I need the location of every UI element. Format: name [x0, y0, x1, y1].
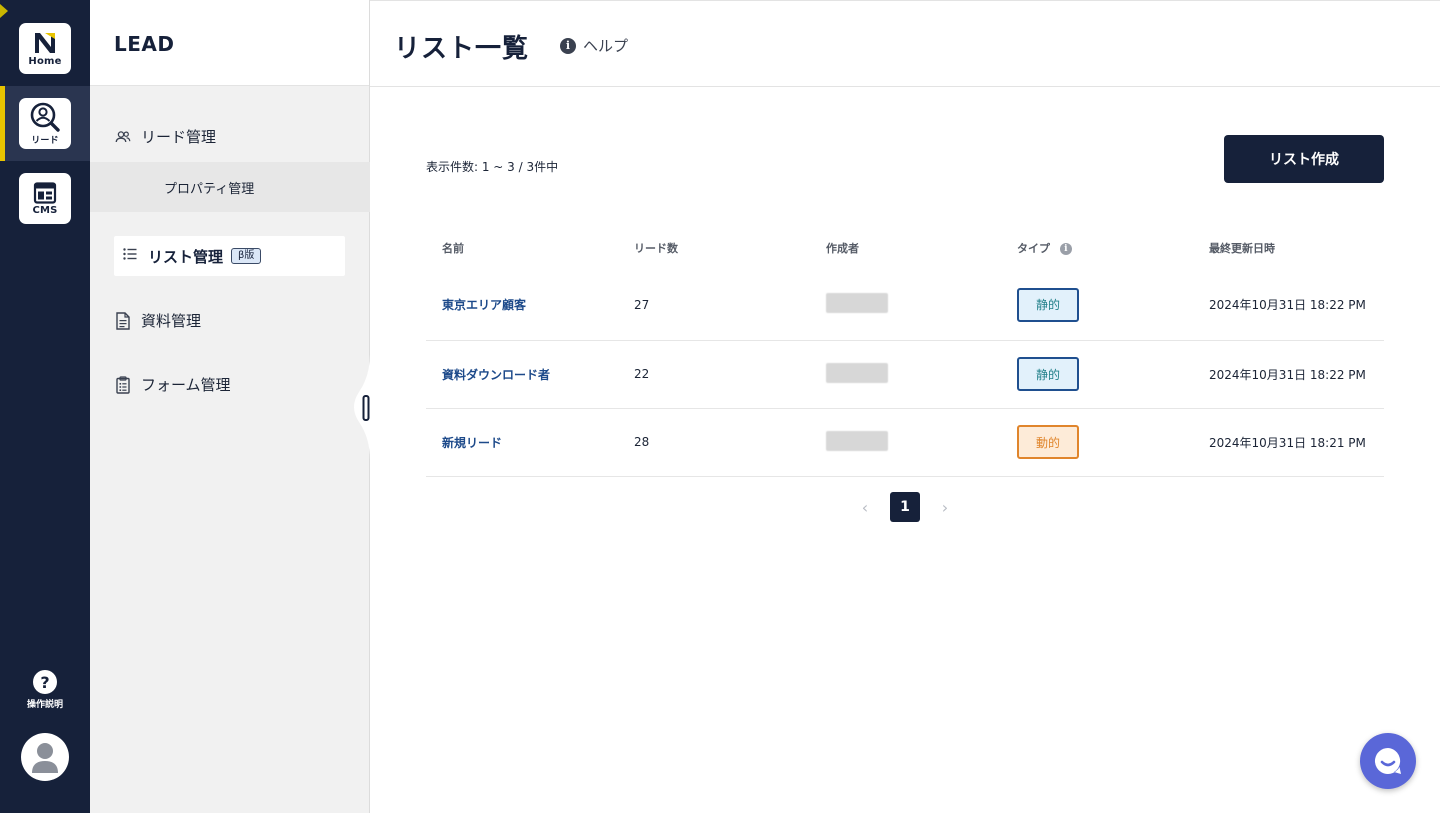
page-title: リスト一覧: [394, 34, 530, 64]
pagination-page-current[interactable]: 1: [890, 492, 920, 522]
type-info-icon[interactable]: i: [1059, 243, 1072, 255]
sidebar-item-list-management[interactable]: リスト管理 β版: [114, 236, 345, 276]
sidebar-item-label: 資料管理: [141, 312, 202, 330]
app-lead-label: リード: [31, 135, 59, 146]
sidebar-item-lead-management[interactable]: リード管理: [114, 126, 216, 147]
help-label[interactable]: 操作説明: [0, 697, 90, 710]
column-header-type-label: タイプ: [1017, 242, 1050, 255]
chat-bubble-icon: [1374, 747, 1401, 774]
updated-cell: 2024年10月31日 18:22 PM: [1193, 340, 1384, 409]
users-icon: [114, 128, 132, 146]
pagination: ‹ 1 ›: [850, 492, 960, 522]
type-badge: 動的: [1017, 425, 1079, 459]
app-home-button[interactable]: Home: [19, 23, 71, 74]
table-row: 東京エリア顧客 27 静的 2024年10月31日 18:22 PM: [426, 270, 1384, 341]
sidebar-item-label: リスト管理: [148, 247, 224, 266]
column-header-name: 名前: [442, 242, 464, 255]
app-home-label: Home: [28, 55, 62, 67]
column-header-author: 作成者: [826, 242, 859, 255]
app-cms-button[interactable]: CMS: [19, 173, 71, 224]
info-icon: i: [560, 37, 576, 54]
cms-layout-icon: [33, 181, 57, 204]
user-avatar[interactable]: [21, 733, 69, 781]
create-list-button[interactable]: リスト作成: [1224, 135, 1384, 183]
updated-cell: 2024年10月31日 18:21 PM: [1193, 408, 1384, 477]
lead-search-icon: [30, 102, 60, 132]
list-name-link[interactable]: 新規リード: [442, 436, 502, 450]
sidebar-header: LEAD: [90, 0, 369, 86]
sidebar-item-document-management[interactable]: 資料管理: [114, 310, 201, 331]
lead-count-cell: 22: [618, 340, 810, 409]
help-question-icon[interactable]: ?: [33, 670, 57, 694]
column-header-type: タイプ i: [1001, 226, 1193, 270]
app-lead-button[interactable]: リード: [19, 98, 71, 149]
page-header: リスト一覧 i ヘルプ: [370, 0, 1440, 87]
updated-cell: 2024年10月31日 18:22 PM: [1193, 270, 1384, 341]
main-content: リスト一覧 i ヘルプ 表示件数: 1 ~ 3 / 3件中 リスト作成 名前 リ…: [370, 0, 1440, 813]
sidebar-item-form-management[interactable]: フォーム管理: [114, 374, 231, 395]
rail-active-indicator: [0, 86, 5, 161]
list-icon: [123, 248, 139, 264]
list-table: 名前 リード数 作成者 タイプ i 最終更新日時 東京エリア顧客 27 静的 2…: [426, 226, 1384, 477]
author-redacted: [826, 430, 888, 451]
sidebar-item-label: プロパティ管理: [164, 181, 255, 197]
chat-launcher-button[interactable]: [1360, 733, 1416, 789]
author-redacted: [826, 293, 888, 314]
app-cms-label: CMS: [32, 204, 58, 216]
table-header-row: 名前 リード数 作成者 タイプ i 最終更新日時: [426, 226, 1384, 270]
help-link[interactable]: i ヘルプ: [560, 35, 628, 56]
table-row: 資料ダウンロード者 22 静的 2024年10月31日 18:22 PM: [426, 340, 1384, 409]
app-rail: Home リード CMS ? 操作説明: [0, 0, 90, 813]
lead-count-cell: 27: [618, 270, 810, 341]
sidebar-item-property-management[interactable]: プロパティ管理: [90, 162, 370, 212]
home-logo-icon: [35, 32, 55, 53]
sub-sidebar: LEAD リード管理 プロパティ管理 リスト管理 β版 資料管理 フォーム管理: [90, 0, 370, 813]
lead-count-cell: 28: [618, 408, 810, 477]
list-name-link[interactable]: 東京エリア顧客: [442, 298, 526, 312]
clipboard-icon: [114, 375, 132, 394]
column-header-lead-count: リード数: [634, 242, 678, 255]
brand-title: LEAD: [114, 32, 175, 56]
user-avatar-icon: [32, 743, 58, 773]
rail-corner-marker: [0, 4, 8, 18]
list-name-link[interactable]: 資料ダウンロード者: [442, 368, 550, 382]
sidebar-item-label: リード管理: [141, 128, 217, 146]
pagination-prev-icon[interactable]: ‹: [850, 492, 880, 522]
type-badge: 静的: [1017, 357, 1079, 391]
document-icon: [114, 311, 132, 330]
help-link-label: ヘルプ: [583, 37, 629, 55]
pagination-next-icon[interactable]: ›: [930, 492, 960, 522]
result-count: 表示件数: 1 ~ 3 / 3件中: [426, 160, 559, 174]
author-redacted: [826, 362, 888, 383]
sidebar-item-label: フォーム管理: [141, 376, 231, 394]
table-row: 新規リード 28 動的 2024年10月31日 18:21 PM: [426, 408, 1384, 477]
type-badge: 静的: [1017, 287, 1079, 322]
column-header-updated: 最終更新日時: [1209, 242, 1275, 255]
beta-badge: β版: [231, 248, 262, 264]
